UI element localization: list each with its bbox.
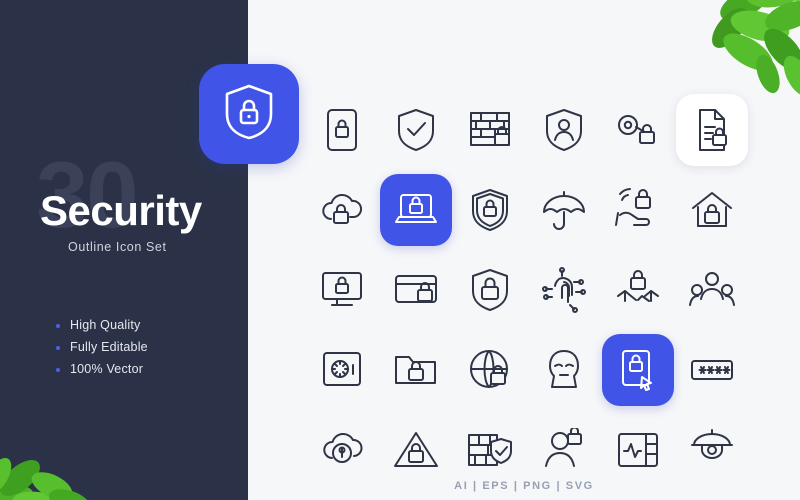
- cctv-camera-icon[interactable]: [676, 414, 748, 486]
- globe-lock-icon[interactable]: [454, 334, 526, 406]
- password-field-icon[interactable]: [676, 334, 748, 406]
- poster-canvas: 30 Security Outline Icon Set High Qualit…: [0, 0, 800, 500]
- hacker-hoodie-icon[interactable]: [528, 334, 600, 406]
- document-lock-icon[interactable]: [676, 94, 748, 166]
- tablet-touch-lock-icon[interactable]: [602, 334, 674, 406]
- shield-lock-icon: [222, 83, 276, 146]
- key-lock-icon[interactable]: [602, 94, 674, 166]
- user-badge-lock-icon[interactable]: [528, 414, 600, 486]
- credit-card-lock-icon[interactable]: [380, 254, 452, 326]
- shield-padlock-icon[interactable]: [454, 254, 526, 326]
- shield-lock-icon[interactable]: [454, 174, 526, 246]
- laptop-lock-icon[interactable]: [380, 174, 452, 246]
- fingerprint-circuit-icon[interactable]: [528, 254, 600, 326]
- firewall-shield-icon[interactable]: [454, 414, 526, 486]
- hero-shield-badge: [199, 64, 299, 164]
- list-item: 100% Vector: [56, 362, 148, 376]
- monitor-pulse-icon[interactable]: [602, 414, 674, 486]
- umbrella-icon[interactable]: [528, 174, 600, 246]
- cloud-lock-icon[interactable]: [306, 174, 378, 246]
- page-subtitle: Outline Icon Set: [68, 240, 167, 254]
- smartphone-lock-icon[interactable]: [306, 94, 378, 166]
- shield-check-icon[interactable]: [380, 94, 452, 166]
- firewall-brick-lock-icon[interactable]: [454, 94, 526, 166]
- group-users-icon[interactable]: [676, 254, 748, 326]
- monitor-lock-icon[interactable]: [306, 254, 378, 326]
- page-title: Security: [40, 187, 202, 234]
- list-item: High Quality: [56, 318, 148, 332]
- home-lock-icon[interactable]: [676, 174, 748, 246]
- icon-grid: [248, 0, 800, 500]
- hand-wireless-lock-icon[interactable]: [602, 174, 674, 246]
- cloud-padlock-icon[interactable]: [306, 414, 378, 486]
- handshake-lock-icon[interactable]: [602, 254, 674, 326]
- warning-triangle-lock-icon[interactable]: [380, 414, 452, 486]
- shield-user-icon[interactable]: [528, 94, 600, 166]
- folder-lock-icon[interactable]: [380, 334, 452, 406]
- safe-vault-icon[interactable]: [306, 334, 378, 406]
- list-item: Fully Editable: [56, 340, 148, 354]
- feature-list: High Quality Fully Editable 100% Vector: [56, 318, 148, 384]
- file-formats-label: AI | EPS | PNG | SVG: [454, 480, 594, 492]
